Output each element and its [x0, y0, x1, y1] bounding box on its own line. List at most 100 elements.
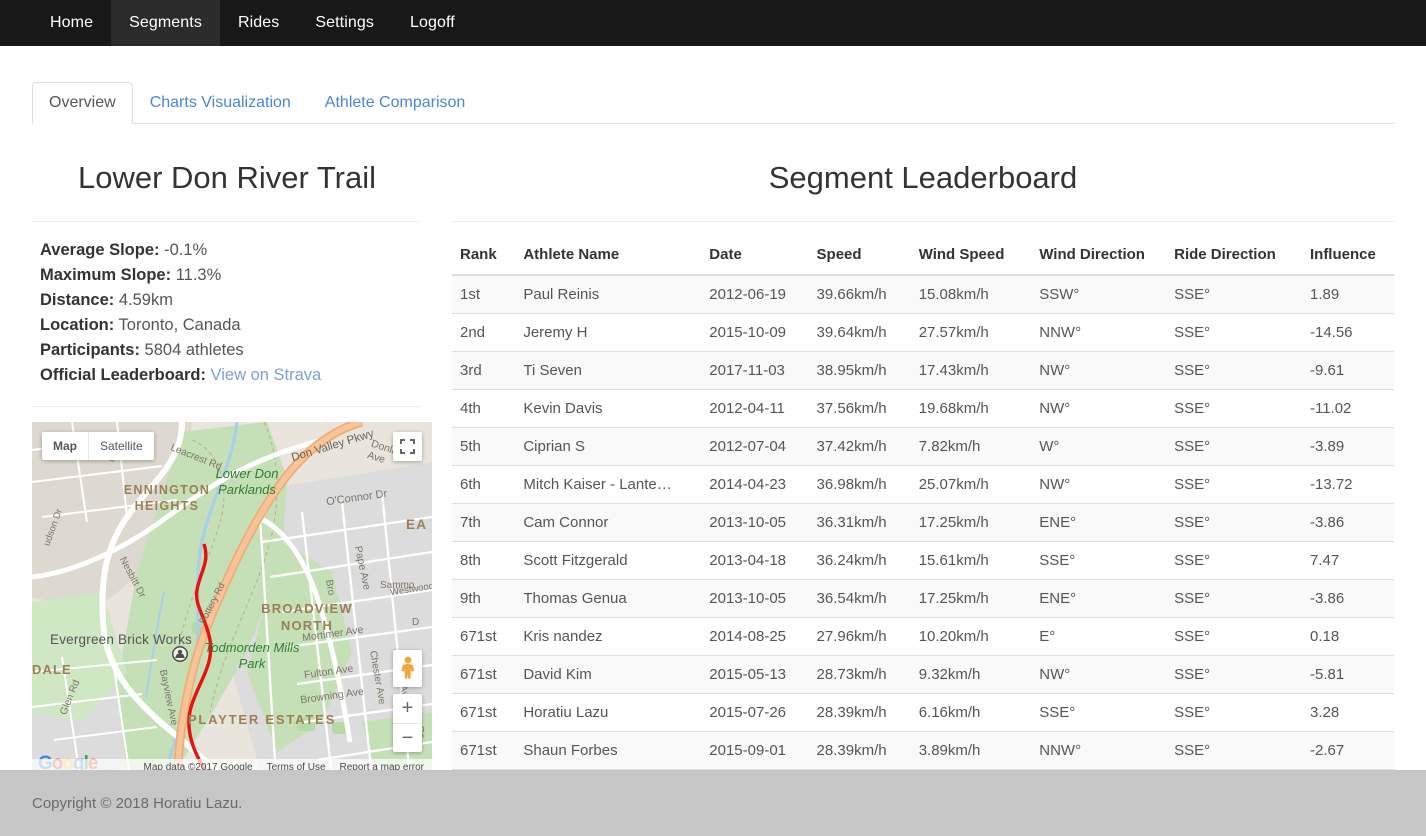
- column-header-ride-direction[interactable]: Ride Direction: [1166, 236, 1302, 277]
- table-row[interactable]: 6th Mitch Kaiser - Lante… 2014-04-23 36.98k…: [452, 465, 1394, 504]
- cell-wind-direction: E°: [1031, 617, 1167, 656]
- table-row[interactable]: 671st Kris nandez 2014-08-25 27.96km/h 10.20…: [452, 617, 1394, 656]
- cell-influence: -11.02: [1301, 389, 1394, 428]
- google-map[interactable]: ENNINGTON HEIGHTS Ma Leacrest Rd Nesbitt…: [32, 421, 432, 777]
- leaderboard-title: Segment Leaderboard: [768, 160, 1078, 195]
- nav-item-home[interactable]: Home: [32, 0, 111, 46]
- cell-rank: 671st: [452, 655, 516, 694]
- cell-speed: 28.39km/h: [808, 731, 911, 770]
- cell-wind-direction: ENE°: [1031, 503, 1167, 542]
- pegman-icon[interactable]: [393, 649, 422, 687]
- cell-date: 2012-04-11: [701, 389, 809, 428]
- cell-wind-direction: W°: [1031, 427, 1167, 466]
- table-row[interactable]: 671st Shaun Forbes 2015-09-01 28.39km/h 3.89…: [452, 731, 1394, 770]
- cell-ride-direction: SSE°: [1166, 274, 1302, 314]
- cell-speed: 37.56km/h: [808, 389, 911, 428]
- page-footer: Copyright © 2018 Horatiu Lazu.: [0, 770, 1426, 836]
- cell-wind-speed: 7.82km/h: [910, 427, 1032, 466]
- cell-wind-speed: 15.08km/h: [910, 274, 1032, 314]
- zoom-control[interactable]: + −: [393, 693, 422, 752]
- cell-athlete-name: Scott Fitzgerald: [515, 541, 702, 580]
- cell-date: 2014-04-23: [701, 465, 809, 504]
- table-row[interactable]: 2nd Jeremy H 2015-10-09 39.64km/h 27.57km/h N…: [452, 313, 1394, 352]
- fact-label: Maximum Slope:: [40, 266, 172, 285]
- fact-label: Participants:: [40, 341, 140, 360]
- nav-item-settings[interactable]: Settings: [297, 0, 392, 46]
- table-row[interactable]: 671st Horatiu Lazu 2015-07-26 28.39km/h 6.16…: [452, 693, 1394, 732]
- column-header-influence[interactable]: Influence: [1301, 236, 1394, 277]
- cell-influence: -9.61: [1301, 351, 1394, 390]
- table-row[interactable]: 9th Thomas Genua 2013-10-05 36.54km/h 17.25k…: [452, 579, 1394, 618]
- cell-wind-speed: 3.89km/h: [910, 731, 1032, 770]
- fullscreen-icon[interactable]: [393, 431, 422, 461]
- cell-influence: -3.86: [1301, 579, 1394, 618]
- table-row[interactable]: 3rd Ti Seven 2017-11-03 38.95km/h 17.43km/h N…: [452, 351, 1394, 390]
- cell-date: 2015-09-01: [701, 731, 809, 770]
- cell-ride-direction: SSE°: [1166, 617, 1302, 656]
- fact-row: Maximum Slope: 11.3%: [40, 263, 422, 288]
- cell-athlete-name: Jeremy H: [515, 313, 702, 352]
- table-row[interactable]: 7th Cam Connor 2013-10-05 36.31km/h 17.25km/…: [452, 503, 1394, 542]
- segment-info-panel: Lower Don River Trail Average Slope: -0.…: [32, 124, 437, 807]
- cell-rank: 7th: [452, 503, 516, 542]
- main-content: Lower Don River Trail Average Slope: -0.…: [0, 124, 1426, 808]
- segment-title-divider: [32, 221, 422, 223]
- table-row[interactable]: 8th Scott Fitzgerald 2013-04-18 36.24km/h 15…: [452, 541, 1394, 580]
- cell-ride-direction: SSE°: [1166, 541, 1302, 580]
- nav-item-logoff[interactable]: Logoff: [392, 0, 473, 46]
- tabs-container: Overview Charts Visualization Athlete Comp…: [0, 46, 1426, 124]
- tab-overview[interactable]: Overview: [32, 82, 133, 124]
- view-on-strava-link[interactable]: View on Strava: [211, 366, 322, 384]
- cell-wind-speed: 15.61km/h: [910, 541, 1032, 580]
- cell-wind-direction: NNW°: [1031, 731, 1167, 770]
- cell-influence: 1.89: [1301, 274, 1394, 314]
- cell-date: 2012-07-04: [701, 427, 809, 466]
- cell-ride-direction: SSE°: [1166, 693, 1302, 732]
- official-leaderboard-row: Official Leaderboard: View on Strava: [40, 363, 422, 388]
- cell-wind-speed: 6.16km/h: [910, 693, 1032, 732]
- fact-label: Distance:: [40, 291, 115, 310]
- tab-charts-visualization[interactable]: Charts Visualization: [133, 82, 308, 124]
- nav-item-rides[interactable]: Rides: [220, 0, 297, 46]
- fact-value: -0.1%: [164, 241, 208, 260]
- table-row[interactable]: 1st Paul Reinis 2012-06-19 39.66km/h 15.08km…: [452, 274, 1394, 314]
- cell-speed: 36.31km/h: [808, 503, 911, 542]
- cell-athlete-name: Cam Connor: [515, 503, 702, 542]
- cell-wind-direction: NW°: [1031, 389, 1167, 428]
- leaderboard-table-head: Rank Athlete Name Date Speed Wind Speed Wind …: [452, 236, 1394, 277]
- column-header-date[interactable]: Date: [701, 236, 809, 277]
- cell-ride-direction: SSE°: [1166, 579, 1302, 618]
- column-header-wind-direction[interactable]: Wind Direction: [1031, 236, 1167, 277]
- cell-wind-direction: SSW°: [1031, 274, 1167, 314]
- nav-item-segments[interactable]: Segments: [111, 0, 220, 46]
- tab-athlete-comparison[interactable]: Athlete Comparison: [308, 82, 483, 124]
- table-row[interactable]: 4th Kevin Davis 2012-04-11 37.56km/h 19.68km…: [452, 389, 1394, 428]
- column-header-athlete-name[interactable]: Athlete Name: [515, 236, 702, 277]
- fact-label: Average Slope:: [40, 241, 160, 260]
- zoom-out-button[interactable]: −: [393, 722, 422, 752]
- cell-ride-direction: SSE°: [1166, 465, 1302, 504]
- table-row[interactable]: 671st David Kim 2015-05-13 28.73km/h 9.32km/…: [452, 655, 1394, 694]
- column-header-wind-speed[interactable]: Wind Speed: [910, 236, 1032, 277]
- copyright-text: Copyright © 2018 Horatiu Lazu.: [32, 794, 243, 812]
- table-row[interactable]: 5th Ciprian S 2012-07-04 37.42km/h 7.82km/h W…: [452, 427, 1394, 466]
- leaderboard-table: Rank Athlete Name Date Speed Wind Speed Wind …: [452, 236, 1394, 808]
- cell-rank: 1st: [452, 274, 516, 314]
- cell-ride-direction: SSE°: [1166, 351, 1302, 390]
- cell-athlete-name: Mitch Kaiser - Lante…: [515, 465, 702, 504]
- column-header-rank[interactable]: Rank: [452, 236, 516, 277]
- zoom-in-button[interactable]: +: [393, 694, 422, 723]
- segment-title: Lower Don River Trail: [77, 160, 377, 195]
- cell-wind-direction: NW°: [1031, 351, 1167, 390]
- cell-rank: 671st: [452, 731, 516, 770]
- cell-speed: 36.98km/h: [808, 465, 911, 504]
- map-type-satellite-button[interactable]: Satellite: [88, 431, 154, 460]
- cell-athlete-name: Kevin Davis: [515, 389, 702, 428]
- cell-wind-speed: 27.57km/h: [910, 313, 1032, 352]
- cell-rank: 6th: [452, 465, 516, 504]
- column-header-speed[interactable]: Speed: [808, 236, 911, 277]
- cell-influence: -3.86: [1301, 503, 1394, 542]
- cell-rank: 671st: [452, 693, 516, 732]
- map-type-map-button[interactable]: Map: [42, 432, 88, 460]
- map-type-control[interactable]: Map Satellite: [42, 431, 154, 460]
